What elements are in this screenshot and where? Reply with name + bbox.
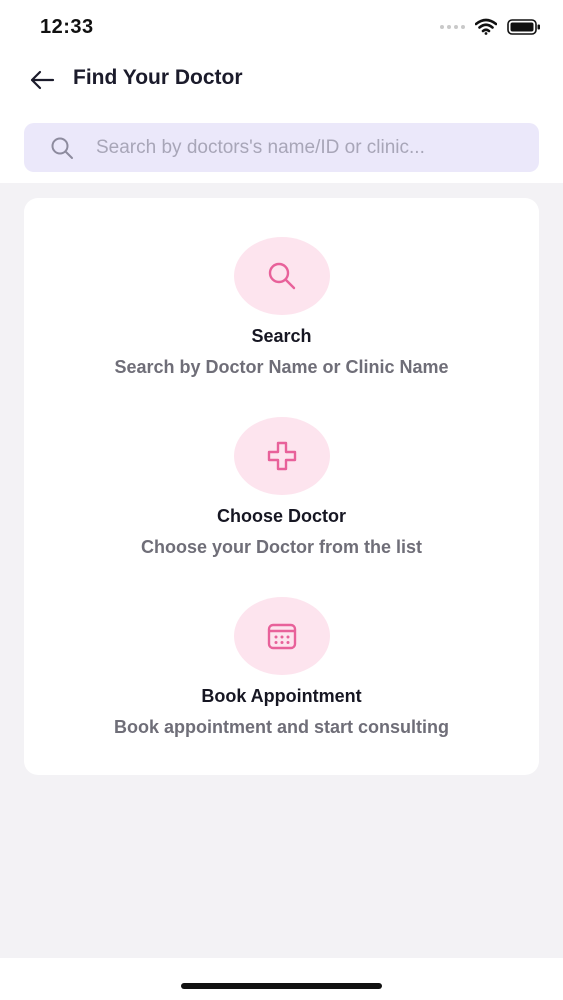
step-icon-circle bbox=[233, 417, 330, 495]
step-icon-circle bbox=[233, 237, 330, 315]
wifi-icon bbox=[475, 18, 497, 35]
search-icon bbox=[268, 262, 295, 290]
how-it-works-card: Search Search by Doctor Name or Clinic N… bbox=[24, 198, 539, 775]
step-description: Choose your Doctor from the list bbox=[140, 537, 423, 557]
back-button[interactable] bbox=[26, 64, 58, 96]
step-description: Book appointment and start consulting bbox=[113, 717, 449, 737]
header: Find Your Doctor bbox=[0, 56, 563, 102]
status-time: 12:33 bbox=[40, 16, 94, 38]
page-title: Find Your Doctor bbox=[73, 66, 243, 89]
step-book-appointment: Book Appointment Book appointment and st… bbox=[24, 597, 539, 738]
search-icon bbox=[51, 137, 73, 159]
step-choose-doctor: Choose Doctor Choose your Doctor from th… bbox=[24, 417, 539, 558]
medical-cross-icon bbox=[267, 441, 296, 471]
step-title: Search bbox=[251, 326, 312, 346]
step-description: Search by Doctor Name or Clinic Name bbox=[114, 357, 449, 377]
battery-icon bbox=[507, 18, 540, 35]
top-area: 12:33 Find Your Doctor Search by doctors… bbox=[0, 0, 563, 183]
status-bar: 12:33 bbox=[0, 0, 563, 56]
cellular-signal-icon bbox=[440, 24, 465, 29]
calendar-icon bbox=[267, 623, 296, 650]
home-indicator[interactable] bbox=[181, 983, 382, 989]
step-icon-circle bbox=[233, 597, 330, 675]
screen: 12:33 Find Your Doctor Search by doctors… bbox=[0, 0, 563, 1000]
bottom-bar bbox=[0, 958, 563, 1000]
step-title: Book Appointment bbox=[201, 686, 362, 706]
step-search: Search Search by Doctor Name or Clinic N… bbox=[24, 237, 539, 378]
search-bar[interactable] bbox=[24, 123, 539, 172]
step-title: Choose Doctor bbox=[216, 506, 346, 526]
arrow-left-icon bbox=[30, 70, 55, 90]
status-icons bbox=[440, 18, 541, 35]
search-input[interactable] bbox=[96, 123, 526, 172]
